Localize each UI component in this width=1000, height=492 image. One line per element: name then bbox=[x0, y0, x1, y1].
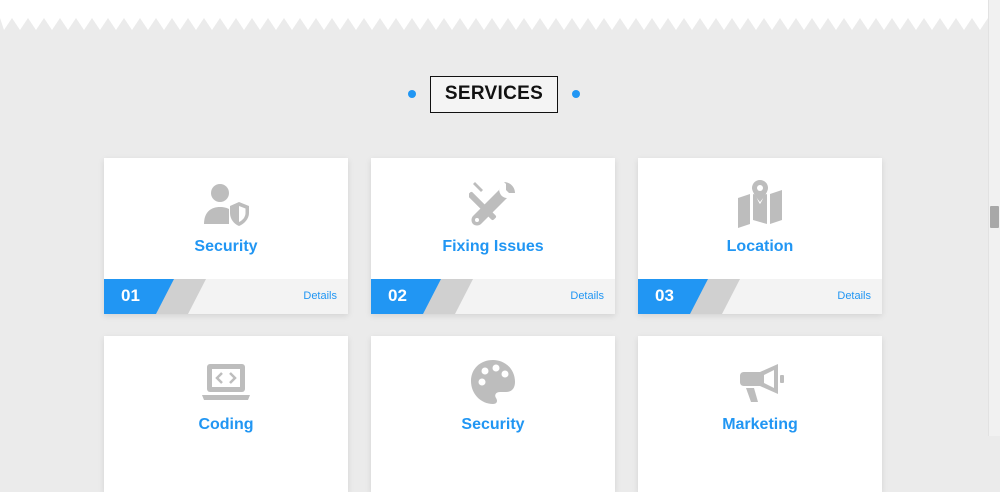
card-title: Location bbox=[726, 238, 794, 255]
scrollbar-thumb[interactable] bbox=[990, 206, 999, 228]
card-number: 02 bbox=[388, 286, 407, 305]
card-footer: 01 Details bbox=[104, 279, 348, 314]
heading-box: SERVICES bbox=[429, 75, 559, 113]
megaphone-icon bbox=[638, 358, 882, 406]
card-title: Marketing bbox=[722, 416, 798, 433]
section-title: SERVICES bbox=[444, 83, 544, 104]
tools-icon bbox=[371, 180, 615, 228]
card-number: 01 bbox=[121, 286, 140, 305]
service-card-security-2[interactable]: Security bbox=[371, 336, 615, 492]
card-number: 03 bbox=[655, 286, 674, 305]
map-marker-icon bbox=[638, 180, 882, 228]
card-title: Coding bbox=[198, 416, 254, 433]
service-card-coding[interactable]: Coding bbox=[104, 336, 348, 492]
details-link[interactable]: Details bbox=[570, 290, 604, 302]
service-card-location[interactable]: Location 03 Details bbox=[638, 158, 882, 314]
laptop-code-icon bbox=[104, 358, 348, 406]
user-shield-icon bbox=[104, 180, 348, 228]
card-title: Security bbox=[194, 238, 258, 255]
details-link[interactable]: Details bbox=[837, 290, 871, 302]
scrollbar[interactable] bbox=[988, 0, 1000, 436]
heading-dot-right bbox=[572, 90, 581, 98]
card-title: Fixing Issues bbox=[442, 238, 544, 255]
zigzag-top-border bbox=[0, 0, 988, 30]
card-title: Security bbox=[461, 416, 525, 433]
card-footer: 02 Details bbox=[371, 279, 615, 314]
card-footer: 03 Details bbox=[638, 279, 882, 314]
section-heading: SERVICES bbox=[0, 74, 988, 114]
service-card-security[interactable]: Security 01 Details bbox=[104, 158, 348, 314]
palette-icon bbox=[371, 358, 615, 406]
details-link[interactable]: Details bbox=[303, 290, 337, 302]
service-card-fixing-issues[interactable]: Fixing Issues 02 Details bbox=[371, 158, 615, 314]
heading-dot-left bbox=[407, 90, 416, 98]
service-card-marketing[interactable]: Marketing bbox=[638, 336, 882, 492]
